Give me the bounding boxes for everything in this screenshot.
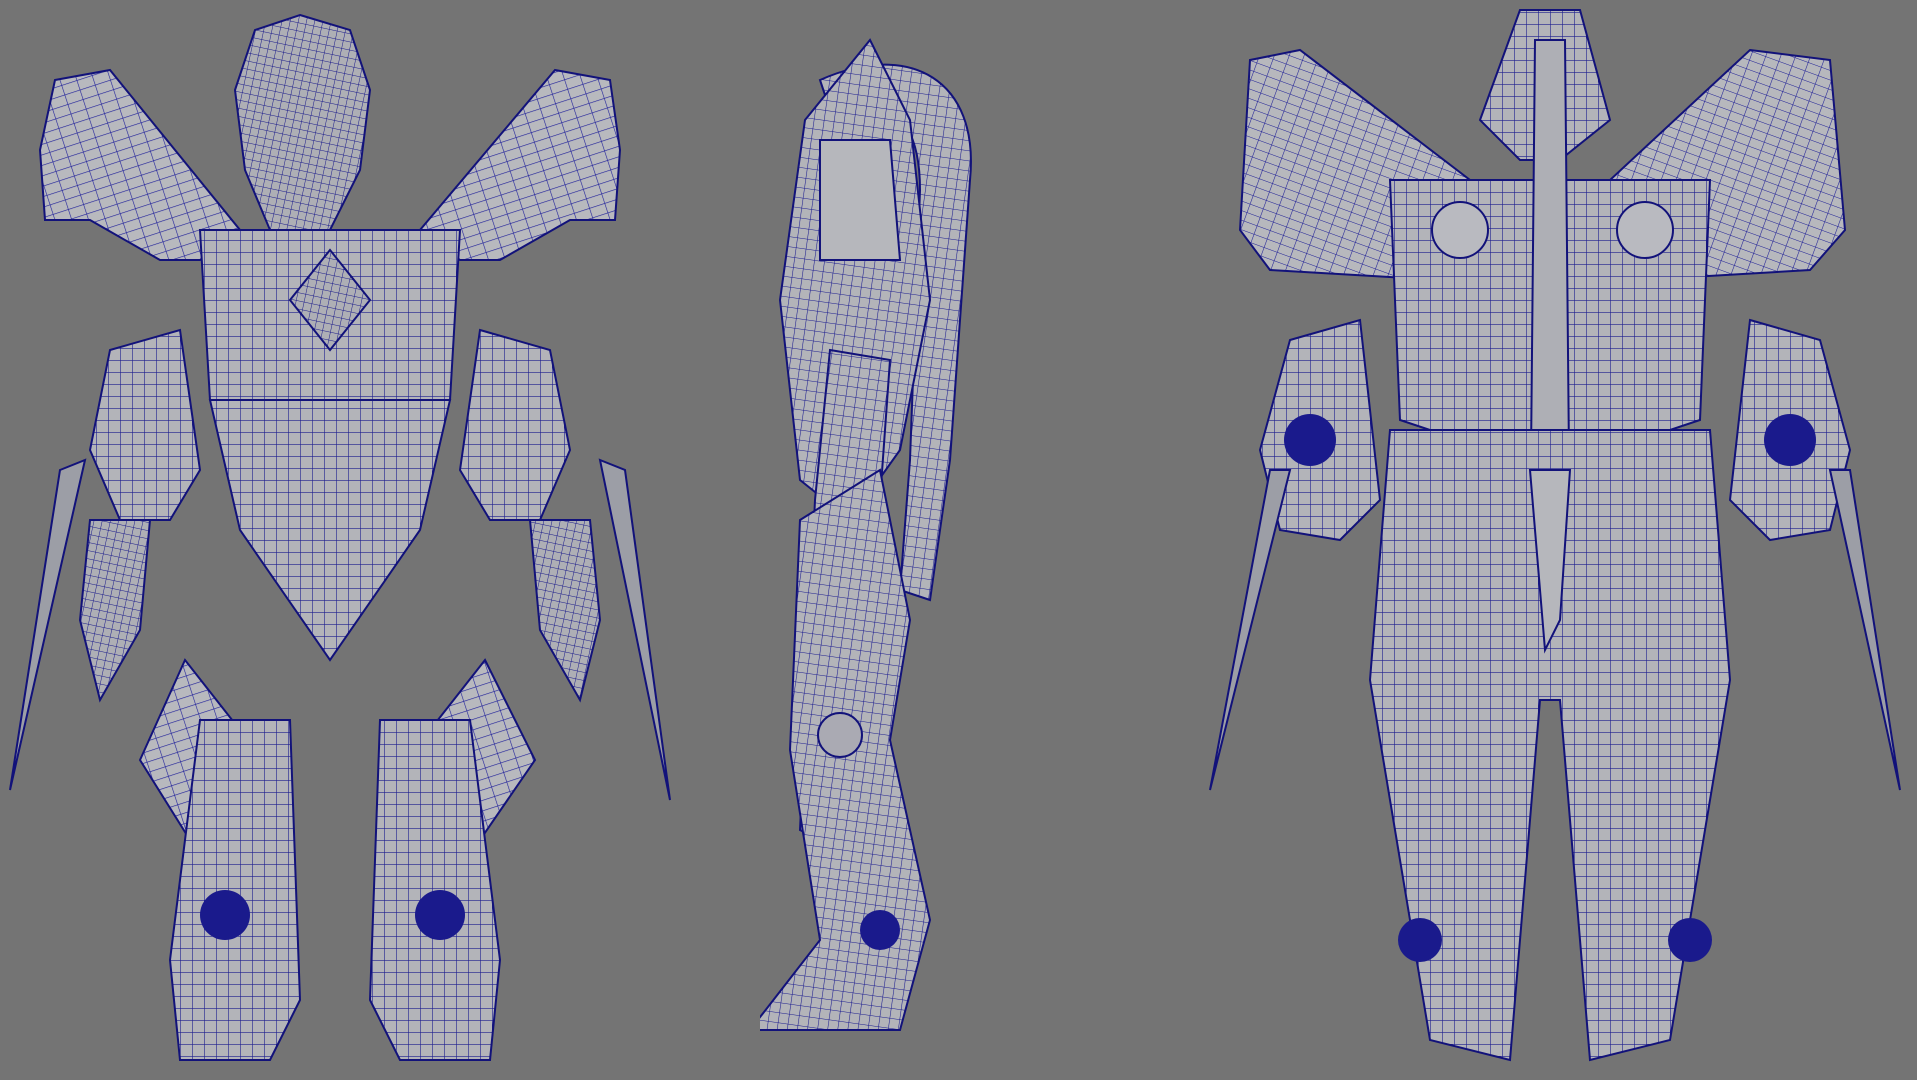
- viewport-3d[interactable]: [0, 0, 1917, 1080]
- side-wireframe-model: [760, 38, 972, 1031]
- model-front-view[interactable]: [0, 0, 680, 1080]
- back-wireframe-model: [1209, 9, 1901, 1062]
- front-wireframe-model: [9, 13, 671, 1061]
- model-side-view[interactable]: [760, 0, 1180, 1080]
- model-back-view[interactable]: [1190, 0, 1917, 1080]
